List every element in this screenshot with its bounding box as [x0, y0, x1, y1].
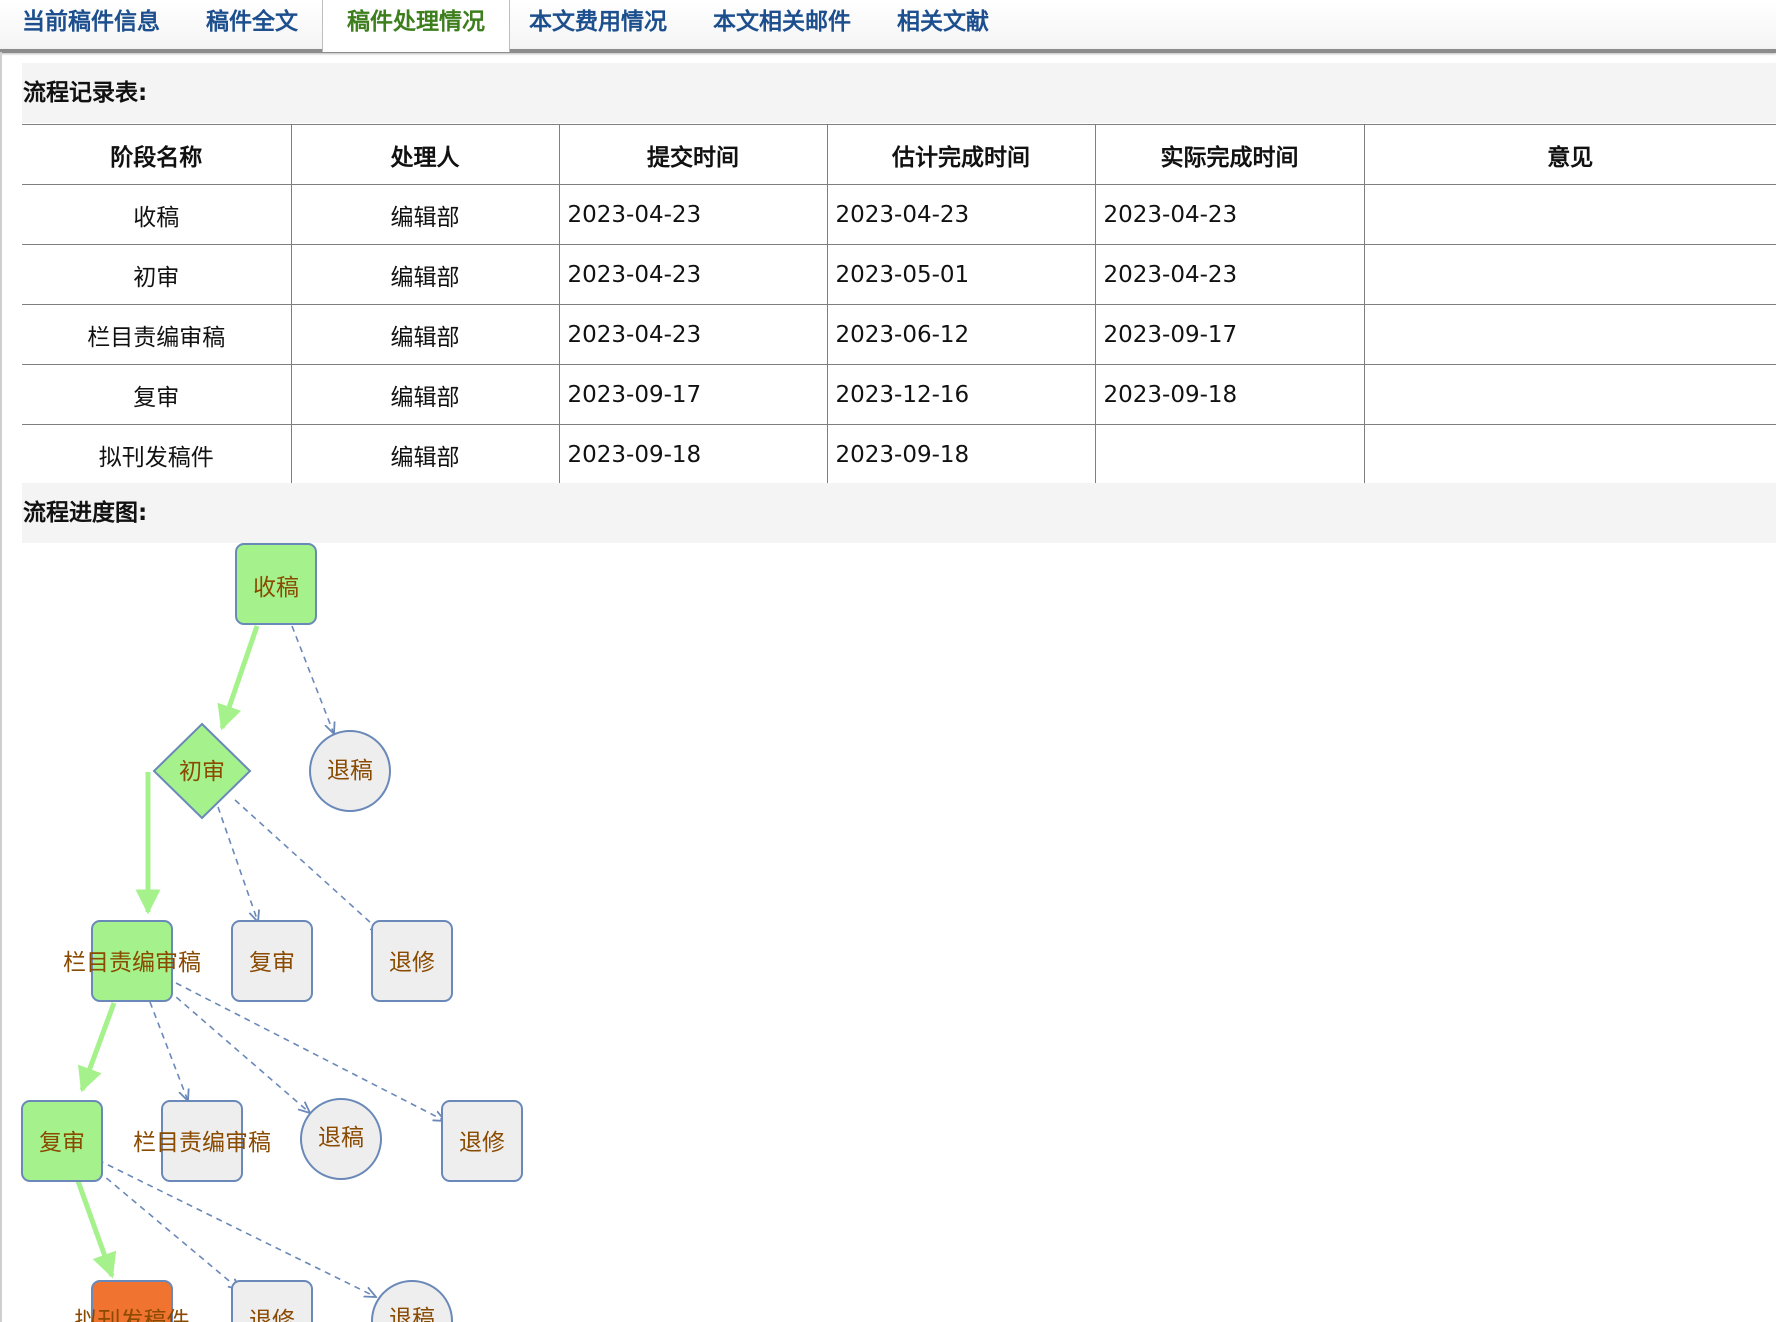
cell-estimated: 2023-12-16 — [826, 364, 1095, 425]
flow-node-revise-3: 退修 — [231, 1280, 313, 1322]
node-label: 收稿 — [253, 575, 299, 601]
flow-node-reject-2: 退稿 — [300, 1098, 382, 1180]
column-header-submitted: 提交时间 — [558, 124, 827, 185]
node-label: 拟刊发稿件 — [75, 1308, 190, 1322]
cell-submitted: 2023-04-23 — [558, 304, 827, 365]
flow-arrow-solid — [78, 1002, 117, 1093]
record-table-heading: 流程记录表: — [22, 63, 1776, 123]
cell-stage: 收稿 — [22, 184, 291, 245]
column-header-actual: 实际完成时间 — [1094, 124, 1364, 185]
tab-manuscript-fulltext[interactable]: 稿件全文 — [206, 0, 298, 48]
cell-handler: 编辑部 — [290, 304, 559, 365]
node-label: 复审 — [249, 950, 295, 976]
tab-related-emails[interactable]: 本文相关邮件 — [713, 0, 851, 48]
flow-node-column-editor-review: 栏目责编审稿 — [63, 920, 201, 1002]
cell-comment — [1363, 364, 1776, 425]
flow-arrow-dashed — [149, 1001, 188, 1101]
table-row: 初审 编辑部 2023-04-23 2023-05-01 2023-04-23 — [22, 244, 1776, 305]
cell-actual: 2023-09-18 — [1094, 364, 1364, 425]
record-table: 阶段名称 处理人 提交时间 估计完成时间 实际完成时间 意见 收稿 编辑部 20… — [22, 124, 1776, 484]
cell-submitted: 2023-09-17 — [558, 364, 827, 425]
cell-stage: 栏目责编审稿 — [22, 304, 291, 365]
cell-estimated: 2023-05-01 — [826, 244, 1095, 305]
table-header-row: 阶段名称 处理人 提交时间 估计完成时间 实际完成时间 意见 — [22, 124, 1776, 185]
tab-underline — [0, 49, 1776, 53]
flow-arrow-dashed — [291, 625, 334, 734]
cell-actual: 2023-04-23 — [1094, 244, 1364, 305]
flow-node-revise-1: 退修 — [371, 920, 453, 1002]
flow-node-second-review: 复审 — [21, 1100, 103, 1182]
flow-arrow-dashed — [167, 989, 310, 1113]
flow-progress-chart: 收稿 初审 退稿 栏目责编审稿 复审 退修 复审 栏目责编审稿 退稿 退修 拟刊 — [21, 543, 523, 1322]
flow-arrow-solid — [75, 1180, 117, 1279]
flow-node-column-editor-option: 栏目责编审稿 — [133, 1100, 271, 1182]
node-label: 退修 — [249, 1308, 295, 1322]
cell-comment — [1363, 244, 1776, 305]
table-row: 收稿 编辑部 2023-04-23 2023-04-23 2023-04-23 — [22, 184, 1776, 245]
flow-node-receive: 收稿 — [235, 543, 317, 625]
cell-stage: 拟刊发稿件 — [98, 444, 214, 471]
column-header-estimated: 估计完成时间 — [826, 124, 1095, 185]
table-row: 拟刊发稿件 编辑部 2023-09-18 2023-09-18 — [22, 424, 1776, 484]
flow-node-revise-2: 退修 — [441, 1100, 523, 1182]
cell-estimated: 2023-04-23 — [826, 184, 1095, 245]
flow-node-initial-review: 初审 — [152, 722, 252, 820]
cell-submitted: 2023-04-23 — [558, 244, 827, 305]
tab-fees[interactable]: 本文费用情况 — [529, 0, 667, 48]
cell-submitted: 2023-09-18 — [558, 424, 827, 484]
tab-related-literature[interactable]: 相关文献 — [897, 0, 989, 48]
node-label: 退修 — [459, 1130, 505, 1156]
cell-submitted: 2023-04-23 — [558, 184, 827, 245]
cell-comment — [1363, 184, 1776, 245]
cell-handler: 编辑部 — [290, 184, 559, 245]
cell-stage: 复审 — [22, 364, 291, 425]
cell-comment — [1363, 424, 1776, 484]
flow-arrow-dashed — [217, 806, 258, 922]
cell-actual — [1094, 424, 1364, 484]
node-label: 退稿 — [318, 1125, 364, 1151]
flow-node-reject-3: 退稿 — [371, 1280, 453, 1322]
cell-estimated: 2023-06-12 — [826, 304, 1095, 365]
column-header-stage: 阶段名称 — [22, 124, 291, 185]
node-label: 退稿 — [389, 1306, 435, 1322]
table-row: 栏目责编审稿 编辑部 2023-04-23 2023-06-12 2023-09… — [22, 304, 1776, 365]
cell-stage: 初审 — [22, 244, 291, 305]
tab-bar: 当前稿件信息 稿件全文 稿件处理情况 本文费用情况 本文相关邮件 相关文献 — [0, 0, 1776, 53]
cell-actual: 2023-04-23 — [1094, 184, 1364, 245]
node-label: 退稿 — [327, 758, 373, 784]
column-header-comment: 意见 — [1363, 124, 1776, 185]
table-row: 复审 编辑部 2023-09-17 2023-12-16 2023-09-18 — [22, 364, 1776, 425]
tab-current-manuscript-info[interactable]: 当前稿件信息 — [22, 0, 160, 48]
node-label: 栏目责编审稿 — [133, 1130, 271, 1156]
progress-chart-heading: 流程进度图: — [22, 483, 1776, 543]
flow-arrow-dashed — [97, 1170, 240, 1290]
cell-handler: 编辑部 — [290, 364, 559, 425]
flow-node-second-review-option: 复审 — [231, 920, 313, 1002]
cell-actual: 2023-09-17 — [1094, 304, 1364, 365]
tab-processing-status[interactable]: 稿件处理情况 — [322, 0, 510, 52]
column-header-handler: 处理人 — [290, 124, 559, 185]
node-label: 栏目责编审稿 — [63, 950, 201, 976]
node-label: 初审 — [179, 759, 225, 785]
flow-arrow-solid — [217, 625, 260, 731]
flow-arrow-dashed — [234, 799, 382, 933]
cell-handler: 编辑部 — [290, 424, 559, 484]
flow-node-to-be-published: 拟刊发稿件 — [75, 1280, 190, 1322]
cell-comment — [1363, 304, 1776, 365]
node-label: 复审 — [39, 1130, 85, 1156]
node-label: 退修 — [389, 950, 435, 976]
cell-estimated: 2023-09-18 — [826, 424, 1095, 484]
flow-node-reject-1: 退稿 — [309, 730, 391, 812]
cell-handler: 编辑部 — [290, 244, 559, 305]
